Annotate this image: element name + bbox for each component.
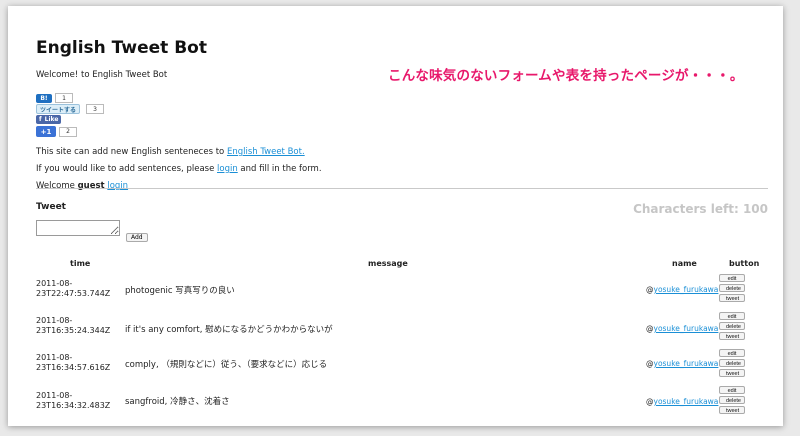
tweet-button[interactable]: tweet	[719, 369, 745, 377]
welcome-guest-line: Welcome guest login	[36, 181, 128, 191]
description-text: This site can add new English senteneces…	[36, 147, 227, 157]
section-divider	[36, 188, 768, 189]
instruction-text-b: and fill in the form.	[237, 164, 322, 174]
plusone-count: 2	[59, 126, 77, 137]
user-link[interactable]: yosuke_furukawa	[654, 285, 719, 294]
time-date: 2011-08-	[36, 279, 73, 288]
welcome-text: Welcome! to English Tweet Bot	[36, 70, 168, 80]
delete-button[interactable]: delete	[719, 284, 745, 292]
time-clock: 23T16:35:24.344Z	[36, 326, 111, 335]
at-sign: @	[646, 359, 654, 368]
user-link[interactable]: yosuke_furukawa	[654, 359, 719, 368]
site-link[interactable]: English Tweet Bot.	[227, 147, 305, 157]
row-time: 2011-08- 23T16:34:57.616Z	[36, 353, 121, 373]
login-instruction: If you would like to add sentences, plea…	[36, 164, 322, 174]
row-buttons: edit delete tweet	[719, 274, 747, 304]
like-label: Like	[44, 116, 59, 123]
edit-button[interactable]: edit	[719, 386, 745, 394]
instruction-text-a: If you would like to add sentences, plea…	[36, 164, 218, 174]
time-date: 2011-08-	[36, 316, 73, 325]
at-sign: @	[646, 324, 654, 333]
time-clock: 23T16:34:32.483Z	[36, 401, 111, 410]
row-time: 2011-08- 23T16:35:24.344Z	[36, 316, 121, 336]
facebook-like-button[interactable]: f Like	[36, 115, 62, 124]
table-row: 2011-08- 23T22:47:53.744Z photogenic 写真写り…	[36, 271, 768, 308]
add-button[interactable]: Add	[126, 233, 148, 242]
table-row: 2011-08- 23T16:34:57.616Z comply, （規則などに）…	[36, 346, 768, 383]
tweet-share-button[interactable]: ツイートする	[36, 104, 81, 114]
at-sign: @	[646, 285, 654, 294]
edit-button[interactable]: edit	[719, 312, 745, 320]
delete-button[interactable]: delete	[719, 359, 745, 367]
edit-button[interactable]: edit	[719, 274, 745, 282]
google-plusone-widget[interactable]: +1 2	[36, 126, 77, 137]
user-link[interactable]: yosuke_furukawa	[654, 397, 719, 406]
row-time: 2011-08- 23T22:47:53.744Z	[36, 279, 121, 299]
row-name: @yosuke_furukawa	[646, 359, 718, 368]
time-date: 2011-08-	[36, 353, 73, 362]
row-name: @yosuke_furukawa	[646, 324, 718, 333]
user-link[interactable]: yosuke_furukawa	[654, 324, 719, 333]
tweet-button[interactable]: tweet	[719, 406, 745, 414]
row-message: if it's any comfort, 慰めになるかどうかわからないが	[125, 325, 333, 335]
table-row: 2011-08- 23T16:35:24.344Z if it's any com…	[36, 308, 768, 345]
row-buttons: edit delete tweet	[719, 349, 747, 379]
row-message: comply, （規則などに）従う、（要求などに）応じる	[125, 360, 328, 370]
tweet-share-widget[interactable]: ツイートする 3	[36, 104, 105, 114]
column-header-name: name	[672, 259, 697, 268]
time-clock: 23T16:34:57.616Z	[36, 363, 111, 372]
row-message: sangfroid, 冷静さ、沈着さ	[125, 397, 230, 407]
delete-button[interactable]: delete	[719, 396, 745, 404]
delete-button[interactable]: delete	[719, 322, 745, 330]
hatena-bookmark-widget[interactable]: B! 1	[36, 93, 73, 103]
google-plusone-button[interactable]: +1	[36, 126, 56, 137]
row-time: 2011-08- 23T16:34:32.483Z	[36, 391, 121, 411]
page-title: English Tweet Bot	[36, 38, 207, 58]
row-name: @yosuke_furukawa	[646, 397, 718, 406]
tweet-button[interactable]: tweet	[719, 294, 745, 302]
tweet-share-count: 3	[86, 104, 105, 114]
facebook-like-widget[interactable]: f Like	[36, 115, 62, 124]
tweet-button[interactable]: tweet	[719, 332, 745, 340]
browser-page: English Tweet Bot Welcome! to English Tw…	[8, 6, 783, 426]
annotation-caption: こんな味気のないフォームや表を持ったページが・・・。	[388, 68, 744, 84]
characters-left-counter: Characters left: 100	[633, 202, 768, 216]
at-sign: @	[646, 397, 654, 406]
column-header-time: time	[70, 259, 91, 268]
hatena-bookmark-icon[interactable]: B!	[36, 93, 52, 103]
guest-username: guest	[77, 181, 105, 191]
row-buttons: edit delete tweet	[719, 312, 747, 342]
tweet-textarea[interactable]	[36, 220, 120, 236]
column-header-message: message	[368, 259, 408, 268]
login-link[interactable]: login	[107, 181, 128, 191]
time-clock: 23T22:47:53.744Z	[36, 289, 111, 298]
site-description: This site can add new English senteneces…	[36, 147, 305, 157]
login-link-inline[interactable]: login	[217, 164, 238, 174]
row-buttons: edit delete tweet	[719, 386, 747, 416]
hatena-count: 1	[55, 93, 73, 103]
welcome-label: Welcome	[36, 181, 78, 191]
time-date: 2011-08-	[36, 391, 73, 400]
column-header-button: button	[729, 259, 760, 268]
table-row: 2011-08- 23T16:34:32.483Z sangfroid, 冷静さ、…	[36, 383, 768, 420]
facebook-f-icon: f	[39, 116, 42, 123]
edit-button[interactable]: edit	[719, 349, 745, 357]
tweet-section-title: Tweet	[36, 202, 66, 212]
row-name: @yosuke_furukawa	[646, 285, 718, 294]
row-message: photogenic 写真写りの良い	[125, 286, 235, 296]
